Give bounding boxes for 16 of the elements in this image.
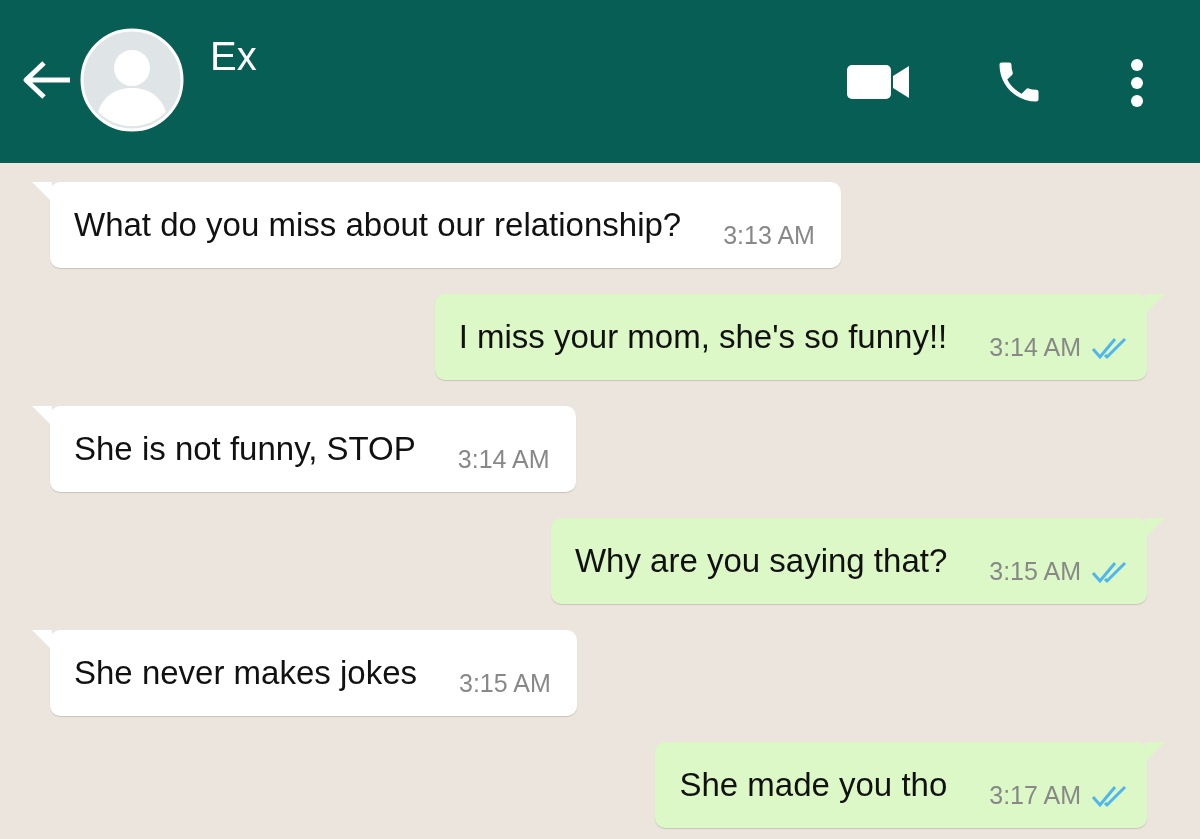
message-time: 3:14 AM bbox=[989, 333, 1081, 362]
more-options-icon[interactable] bbox=[1129, 58, 1145, 108]
message-text: She made you tho bbox=[679, 766, 948, 804]
message-text: Why are you saying that? bbox=[574, 542, 948, 580]
message-time: 3:13 AM bbox=[723, 221, 815, 250]
message-text: What do you miss about our relationship? bbox=[74, 206, 682, 244]
message-time: 3:15 AM bbox=[989, 557, 1081, 586]
video-call-icon[interactable] bbox=[847, 62, 911, 102]
message-text: I miss your mom, she's so funny!! bbox=[458, 318, 948, 356]
message-time: 3:14 AM bbox=[457, 445, 550, 474]
avatar-icon[interactable] bbox=[80, 28, 184, 132]
message-time: 3:17 AM bbox=[989, 781, 1081, 810]
message-text: She is not funny, STOP bbox=[74, 430, 416, 468]
contact-name: Ex bbox=[210, 34, 258, 79]
message-time: 3:15 AM bbox=[459, 669, 551, 698]
message-text: She never makes jokes bbox=[74, 654, 417, 692]
